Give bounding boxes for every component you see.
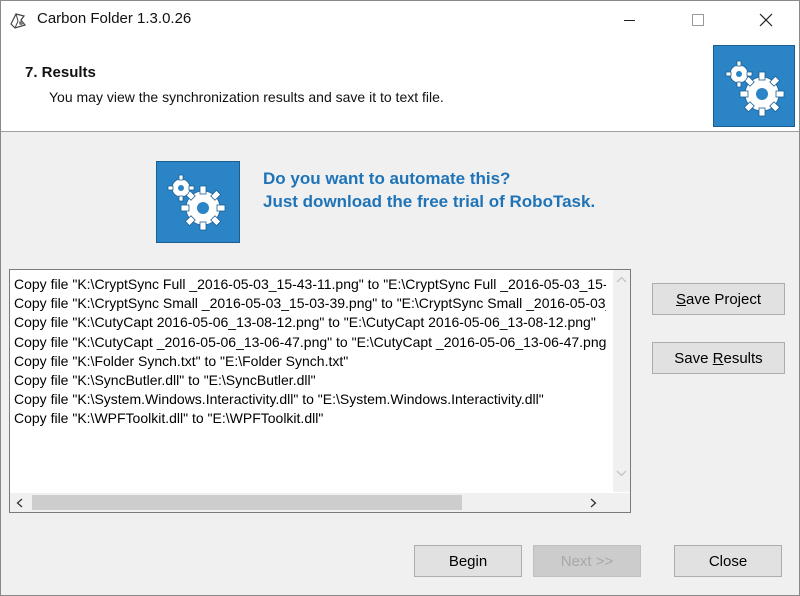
save-results-label-pre: Save	[674, 349, 713, 367]
window-title: Carbon Folder 1.3.0.26	[37, 10, 192, 27]
title-bar[interactable]: Carbon Folder 1.3.0.26	[1, 1, 799, 39]
list-item: Copy file "K:\CryptSync Full _2016-05-03…	[14, 276, 606, 292]
app-icon[interactable]	[7, 9, 29, 31]
save-results-button[interactable]: Save Results	[652, 342, 785, 374]
step-description: You may view the synchronization results…	[49, 89, 444, 105]
chevron-up-icon[interactable]	[616, 276, 627, 283]
minimize-button[interactable]	[607, 1, 653, 39]
scrollbar-thumb[interactable]	[32, 495, 462, 510]
save-results-label-accel: R	[712, 349, 724, 367]
app-window: Carbon Folder 1.3.0.26 7. Results You ma…	[0, 0, 800, 596]
maximize-icon	[692, 14, 704, 26]
promo-line-1[interactable]: Do you want to automate this?	[263, 169, 510, 189]
maximize-button[interactable]	[675, 1, 721, 39]
gears-icon	[713, 45, 795, 127]
step-title: 7. Results	[25, 64, 96, 81]
save-project-label-post: ave Project	[685, 290, 762, 308]
save-project-button[interactable]: Save Project	[652, 283, 785, 315]
gears-icon[interactable]	[156, 161, 240, 243]
results-lines: Copy file "K:\CryptSync Full _2016-05-03…	[14, 275, 606, 487]
save-results-label-post: esults	[723, 349, 763, 367]
close-window-button[interactable]	[743, 1, 789, 39]
close-icon	[759, 13, 773, 27]
list-item: Copy file "K:\System.Windows.Interactivi…	[14, 391, 544, 408]
vertical-scrollbar[interactable]	[613, 270, 630, 492]
horizontal-scrollbar[interactable]	[10, 493, 613, 512]
promo-line-2[interactable]: Just download the free trial of RoboTask…	[263, 192, 595, 212]
results-list[interactable]: Copy file "K:\CryptSync Full _2016-05-03…	[9, 269, 631, 513]
wizard-header: 7. Results You may view the synchronizat…	[1, 39, 799, 132]
list-item: Copy file "K:\CutyCapt _2016-05-06_13-06…	[14, 333, 606, 350]
chevron-left-icon[interactable]	[16, 498, 23, 508]
minimize-icon	[624, 20, 635, 21]
scrollbar-corner	[613, 493, 630, 512]
next-button[interactable]: Next >>	[533, 545, 641, 577]
save-project-label-accel: S	[675, 290, 686, 308]
close-button[interactable]: Close	[674, 545, 782, 577]
begin-button[interactable]: Begin	[414, 545, 522, 577]
list-item: Copy file "K:\CryptSync Small _2016-05-0…	[14, 295, 606, 312]
chevron-right-icon[interactable]	[590, 498, 597, 508]
list-item: Copy file "K:\SyncButler.dll" to "E:\Syn…	[14, 372, 316, 389]
chevron-down-icon[interactable]	[616, 470, 627, 477]
list-item: Copy file "K:\Folder Synch.txt" to "E:\F…	[14, 352, 349, 369]
list-item: Copy file "K:\WPFToolkit.dll" to "E:\WPF…	[14, 410, 324, 427]
list-item: Copy file "K:\CutyCapt 2016-05-06_13-08-…	[14, 314, 596, 331]
